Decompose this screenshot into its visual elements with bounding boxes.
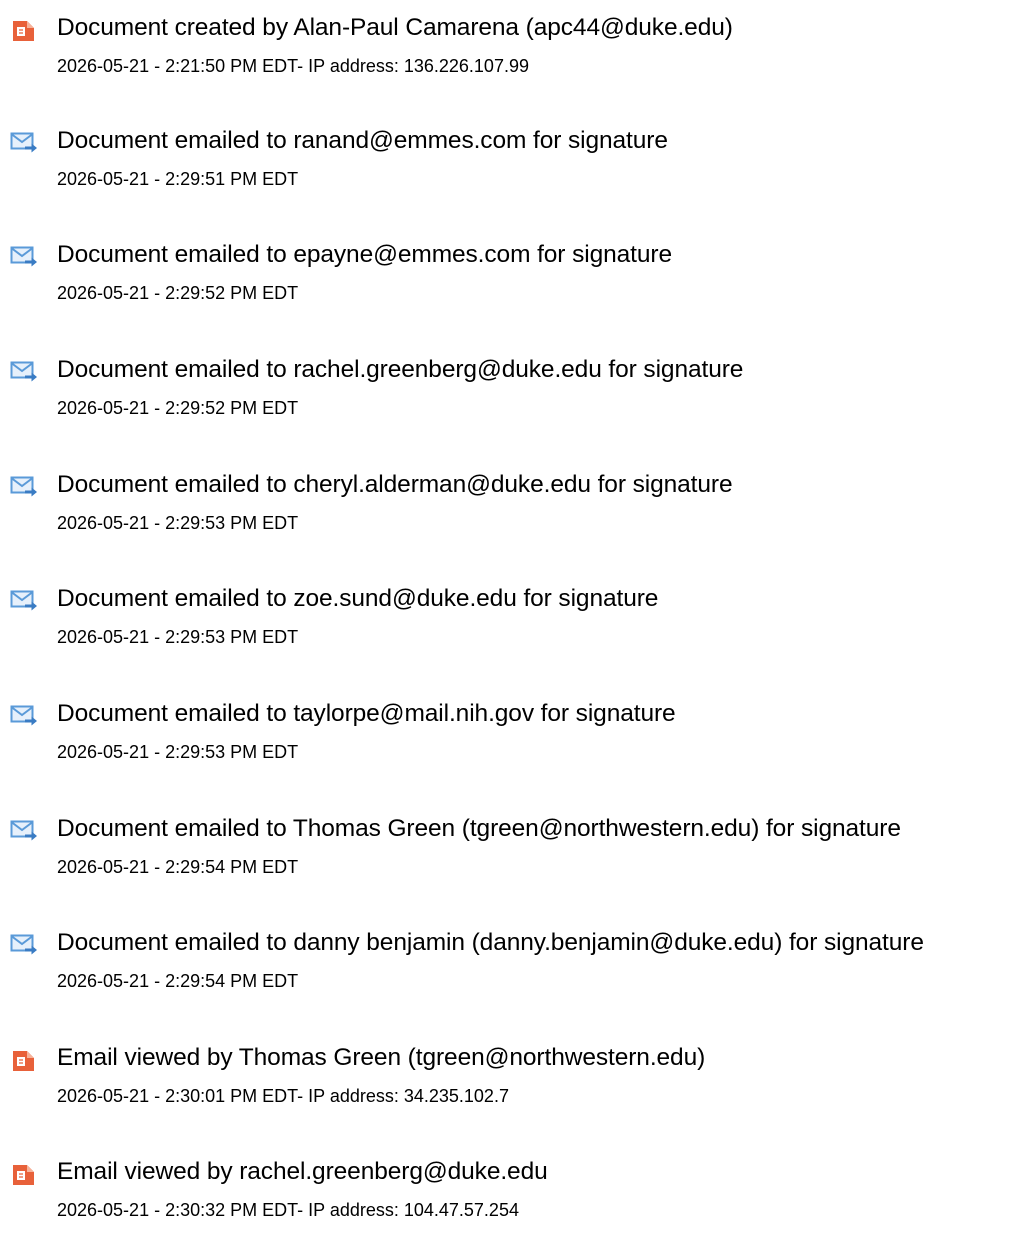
event-timestamp: 2026-05-21 - 2:29:51 PM EDT: [57, 169, 299, 189]
event-timestamp: 2026-05-21 - 2:29:52 PM EDT: [57, 398, 299, 418]
email-sent-icon: [10, 475, 40, 501]
email-sent-icon: [10, 245, 40, 271]
log-entry: Document created by Alan-Paul Camarena (…: [0, 12, 1010, 92]
email-sent-icon: [10, 933, 40, 959]
email-sent-icon: [10, 360, 40, 386]
log-entry: Document emailed to taylorpe@mail.nih.go…: [0, 698, 1010, 778]
event-timestamp: 2026-05-21 - 2:29:52 PM EDT: [57, 283, 299, 303]
event-timestamp: 2026-05-21 - 2:21:50 PM EDT- IP address:…: [57, 56, 529, 76]
log-entry: Email viewed by Thomas Green (tgreen@nor…: [0, 1042, 1010, 1122]
log-entry: Document emailed to Thomas Green (tgreen…: [0, 813, 1010, 893]
log-entry: Document emailed to epayne@emmes.com for…: [0, 239, 1010, 319]
audit-log: Document created by Alan-Paul Camarena (…: [0, 0, 1010, 1224]
event-timestamp: 2026-05-21 - 2:29:53 PM EDT: [57, 513, 299, 533]
event-title: Document emailed to danny benjamin (dann…: [57, 929, 924, 956]
event-timestamp: 2026-05-21 - 2:30:01 PM EDT- IP address:…: [57, 1086, 509, 1106]
event-title: Document emailed to rachel.greenberg@duk…: [57, 356, 744, 383]
log-entry: Document emailed to danny benjamin (dann…: [0, 927, 1010, 1007]
log-entry: Email viewed by rachel.greenberg@duke.ed…: [0, 1156, 1010, 1236]
document-icon: [10, 1162, 40, 1188]
event-title: Email viewed by rachel.greenberg@duke.ed…: [57, 1158, 548, 1185]
event-title: Document emailed to zoe.sund@duke.edu fo…: [57, 585, 659, 612]
event-title: Document emailed to epayne@emmes.com for…: [57, 241, 672, 268]
email-sent-icon: [10, 589, 40, 615]
email-sent-icon: [10, 819, 40, 845]
log-entry: Document emailed to ranand@emmes.com for…: [0, 125, 1010, 205]
document-icon: [10, 1048, 40, 1074]
event-title: Document emailed to Thomas Green (tgreen…: [57, 815, 901, 842]
log-entry: Document emailed to rachel.greenberg@duk…: [0, 354, 1010, 434]
event-timestamp: 2026-05-21 - 2:29:54 PM EDT: [57, 971, 299, 991]
event-title: Document emailed to ranand@emmes.com for…: [57, 127, 668, 154]
event-title: Email viewed by Thomas Green (tgreen@nor…: [57, 1044, 706, 1071]
log-entry: Document emailed to cheryl.alderman@duke…: [0, 469, 1010, 549]
log-entry: Document emailed to zoe.sund@duke.edu fo…: [0, 583, 1010, 663]
event-timestamp: 2026-05-21 - 2:29:54 PM EDT: [57, 857, 299, 877]
email-sent-icon: [10, 131, 40, 157]
document-icon: [10, 18, 40, 44]
email-sent-icon: [10, 704, 40, 730]
event-timestamp: 2026-05-21 - 2:30:32 PM EDT- IP address:…: [57, 1200, 519, 1220]
event-timestamp: 2026-05-21 - 2:29:53 PM EDT: [57, 627, 299, 647]
event-title: Document emailed to cheryl.alderman@duke…: [57, 471, 733, 498]
event-timestamp: 2026-05-21 - 2:29:53 PM EDT: [57, 742, 299, 762]
event-title: Document created by Alan-Paul Camarena (…: [57, 14, 733, 41]
event-title: Document emailed to taylorpe@mail.nih.go…: [57, 700, 676, 727]
